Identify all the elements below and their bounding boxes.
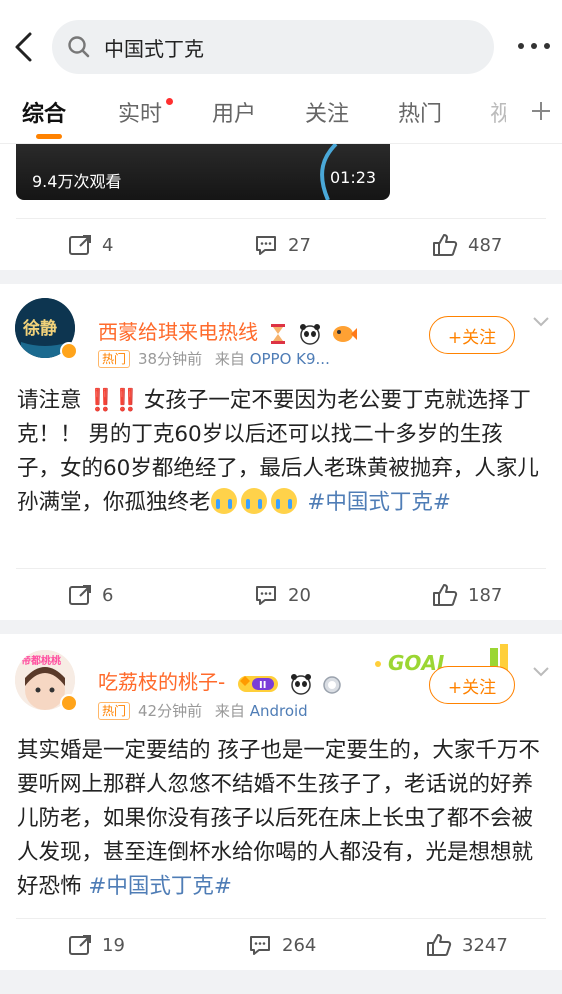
post-device[interactable]: Android [250, 702, 308, 720]
post-meta: 热门 42分钟前 来自 Android [98, 700, 308, 721]
verified-badge-icon [60, 694, 78, 712]
username-text: 西蒙给琪来电热线 [98, 320, 258, 344]
hashtag-link[interactable]: #中国式丁克# [88, 874, 232, 899]
comment-count: 27 [288, 234, 311, 256]
repost-count: 19 [102, 934, 125, 956]
panda-badge-icon [290, 673, 311, 695]
post-text: 请注意 ‼️‼️ 女孩子一定不要因为老公要丁克就选择丁克！！ 男的丁克60岁以后还… [17, 384, 545, 520]
repost-count: 6 [102, 584, 114, 606]
post-time: 38分钟前 [138, 350, 203, 368]
hourglass-badge-icon [271, 323, 286, 344]
video-duration: 01:23 [330, 168, 377, 187]
top-bar: 中国式丁克 [0, 0, 562, 88]
verified-badge-icon [60, 342, 78, 360]
more-options-icon[interactable] [516, 40, 552, 52]
medal-badge-icon [323, 675, 342, 694]
comment-icon [256, 236, 276, 255]
username[interactable]: 西蒙给琪来电热线 [98, 316, 358, 345]
repost-icon [69, 935, 91, 955]
panda-badge-icon [299, 323, 320, 345]
thumbs-up-icon [433, 584, 458, 606]
post-device[interactable]: OPPO K9... [250, 350, 330, 368]
avatar-text: 徐静 [22, 318, 57, 339]
post-text-lead: 请注意 [17, 388, 89, 413]
hashtag-link[interactable]: #中国式丁克# [307, 490, 451, 515]
comment-button[interactable]: 264 [248, 931, 316, 959]
new-content-dot [166, 98, 173, 105]
post-source-label: 来自 [214, 350, 245, 368]
hot-tag: 热门 [98, 702, 131, 720]
search-query[interactable]: 中国式丁克 [104, 33, 204, 62]
crying-emoji-icon [270, 488, 297, 514]
post-action-bar: 19 264 3247 [16, 918, 546, 970]
search-bar[interactable]: 中国式丁克 [52, 20, 494, 74]
post-separator [0, 270, 562, 284]
comment-icon [250, 936, 270, 955]
add-tab-icon[interactable] [530, 100, 552, 122]
crying-emoji-icon [240, 488, 267, 514]
thumbs-up-icon [433, 234, 458, 256]
comment-button[interactable]: 27 [254, 231, 311, 259]
thumbs-up-icon [427, 934, 452, 956]
like-count: 487 [468, 234, 503, 256]
repost-button[interactable]: 6 [68, 581, 113, 609]
post-meta: 热门 38分钟前 来自 OPPO K9... [98, 348, 330, 369]
tab-follow[interactable]: 关注 [305, 96, 349, 128]
hot-tag: 热门 [98, 350, 131, 368]
post-action-bar: 4 27 487 [16, 218, 546, 270]
tab-hot[interactable]: 热门 [398, 96, 442, 128]
tab-video-partial[interactable]: 视 [490, 96, 506, 128]
like-button[interactable]: 187 [432, 581, 502, 609]
crying-emoji-icon [210, 488, 237, 514]
follow-button[interactable]: +关注 [429, 666, 515, 704]
repost-button[interactable]: 19 [68, 931, 125, 959]
username[interactable]: 吃荔枝的桃子- II [98, 666, 342, 695]
comment-icon [256, 586, 276, 605]
tab-users[interactable]: 用户 [212, 96, 256, 128]
tab-realtime[interactable]: 实时 [118, 96, 162, 128]
chevron-down-icon[interactable] [532, 666, 550, 678]
follow-button[interactable]: +关注 [429, 316, 515, 354]
like-count: 3247 [462, 934, 508, 956]
double-exclamation-emoji: ‼️‼️ [88, 388, 140, 413]
comment-button[interactable]: 20 [254, 581, 311, 609]
svg-text:II: II [259, 680, 266, 691]
like-button[interactable]: 3247 [426, 931, 508, 959]
tab-bar: 综合 实时 用户 关注 热门 视 [0, 88, 562, 144]
repost-count: 4 [102, 234, 114, 256]
back-arrow-icon[interactable] [10, 30, 38, 64]
video-view-count: 9.4万次观看 [32, 172, 122, 191]
comment-count: 264 [282, 934, 317, 956]
post-separator [0, 970, 562, 994]
post-text: 其实婚是一定要结的 孩子也是一定要生的，大家千万不要听网上那群人忽悠不结婚不生孩… [17, 734, 545, 904]
post-separator [0, 620, 562, 634]
chevron-down-icon[interactable] [532, 316, 550, 328]
like-button[interactable]: 487 [432, 231, 502, 259]
username-text: 吃荔枝的桃子- [98, 670, 226, 694]
video-thumbnail[interactable]: 9.4万次观看 01:23 [16, 144, 390, 200]
repost-icon [69, 235, 91, 255]
repost-icon [69, 585, 91, 605]
like-count: 187 [468, 584, 503, 606]
fish-badge-icon [333, 325, 358, 342]
repost-button[interactable]: 4 [68, 231, 113, 259]
tab-comprehensive[interactable]: 综合 [22, 96, 66, 128]
post-action-bar: 6 20 187 [16, 568, 546, 620]
comment-count: 20 [288, 584, 311, 606]
search-icon [68, 36, 90, 58]
vip-level-badge-icon: II [237, 675, 278, 692]
avatar-text: 帝都桃桃 [21, 654, 61, 667]
active-tab-indicator [36, 134, 62, 139]
post-source-label: 来自 [214, 702, 245, 720]
post-time: 42分钟前 [138, 702, 203, 720]
